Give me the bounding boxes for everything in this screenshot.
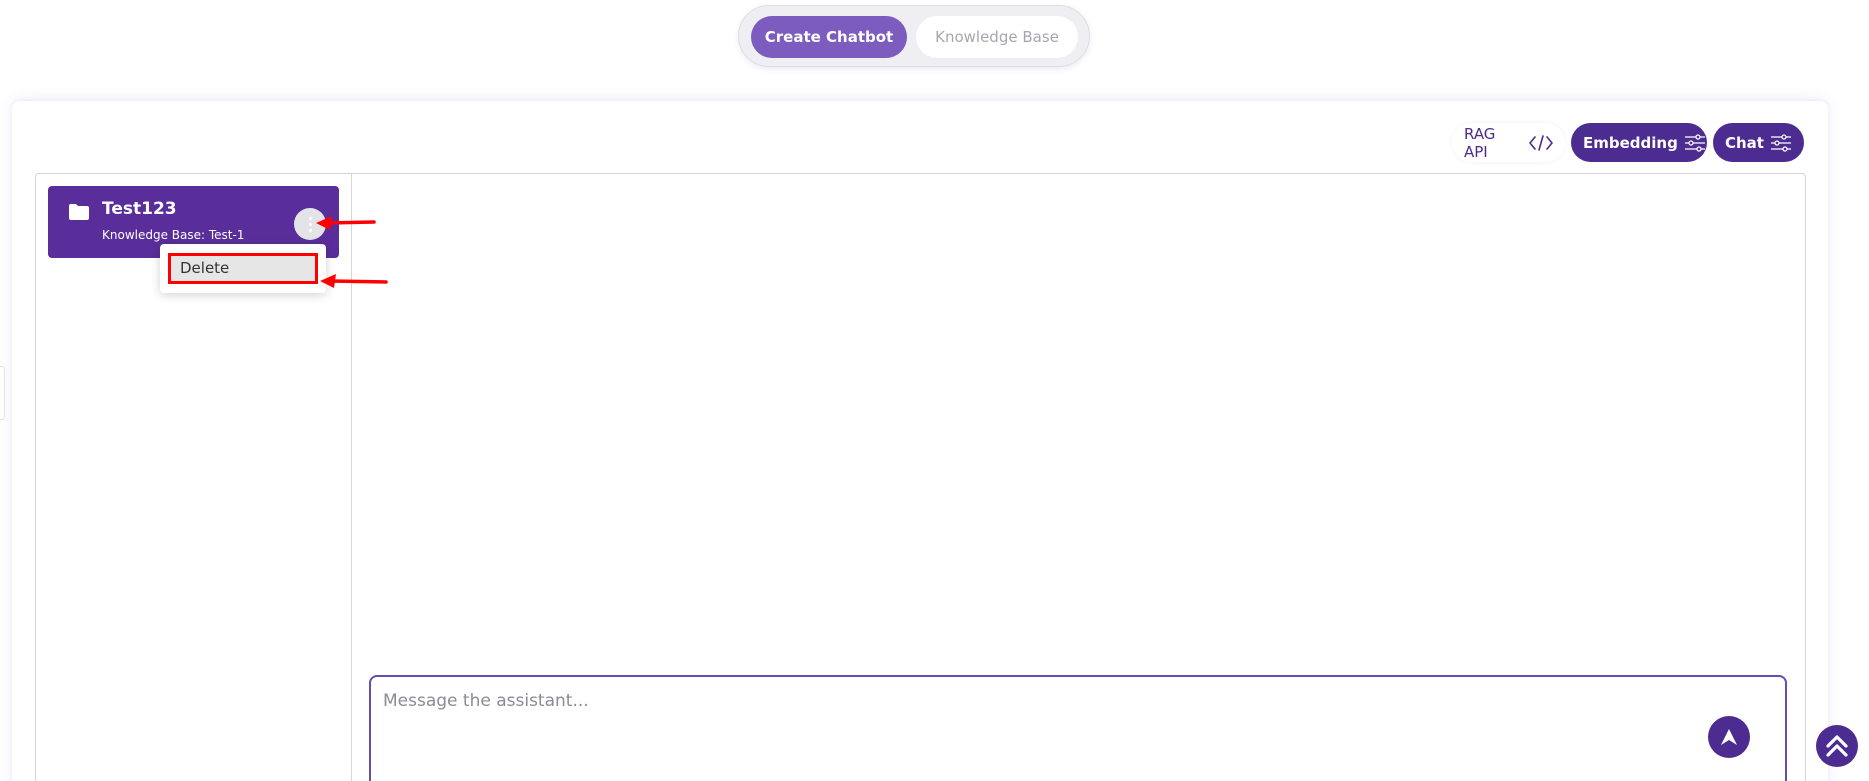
sliders-icon	[1770, 133, 1791, 152]
more-dot	[308, 216, 312, 220]
more-dot	[308, 222, 312, 226]
chatbot-name: Test123	[102, 199, 177, 219]
rag-api-label: RAG API	[1464, 124, 1496, 161]
sliders-icon	[1684, 133, 1705, 152]
scroll-to-top-button[interactable]	[1816, 725, 1858, 767]
page: Create Chatbot Knowledge Base RAG API Em…	[0, 0, 1869, 781]
embedding-label: Embedding	[1583, 133, 1678, 152]
message-input[interactable]	[383, 689, 1683, 713]
message-composer	[369, 675, 1787, 781]
send-button[interactable]	[1708, 716, 1750, 758]
code-icon	[1529, 134, 1553, 151]
rag-api-button[interactable]: RAG API	[1452, 123, 1565, 162]
chat-label: Chat	[1725, 133, 1764, 152]
mode-switcher: Create Chatbot Knowledge Base	[738, 5, 1090, 67]
chatbot-knowledge-base: Knowledge Base: Test-1	[102, 228, 245, 242]
chat-settings-button[interactable]: Chat	[1713, 123, 1804, 162]
tab-knowledge-base[interactable]: Knowledge Base	[916, 16, 1078, 58]
tab-create-chatbot[interactable]: Create Chatbot	[751, 16, 907, 58]
annotation-highlight-box	[168, 253, 318, 284]
folder-icon	[69, 204, 89, 220]
embedding-button[interactable]: Embedding	[1571, 123, 1707, 162]
annotation-arrow-icon	[320, 274, 388, 288]
annotation-arrow-icon	[316, 216, 376, 230]
side-drawer-handle[interactable]	[0, 366, 5, 420]
more-dot	[308, 228, 312, 232]
double-chevron-up-icon	[1826, 735, 1848, 757]
send-arrow-icon	[1721, 729, 1737, 745]
